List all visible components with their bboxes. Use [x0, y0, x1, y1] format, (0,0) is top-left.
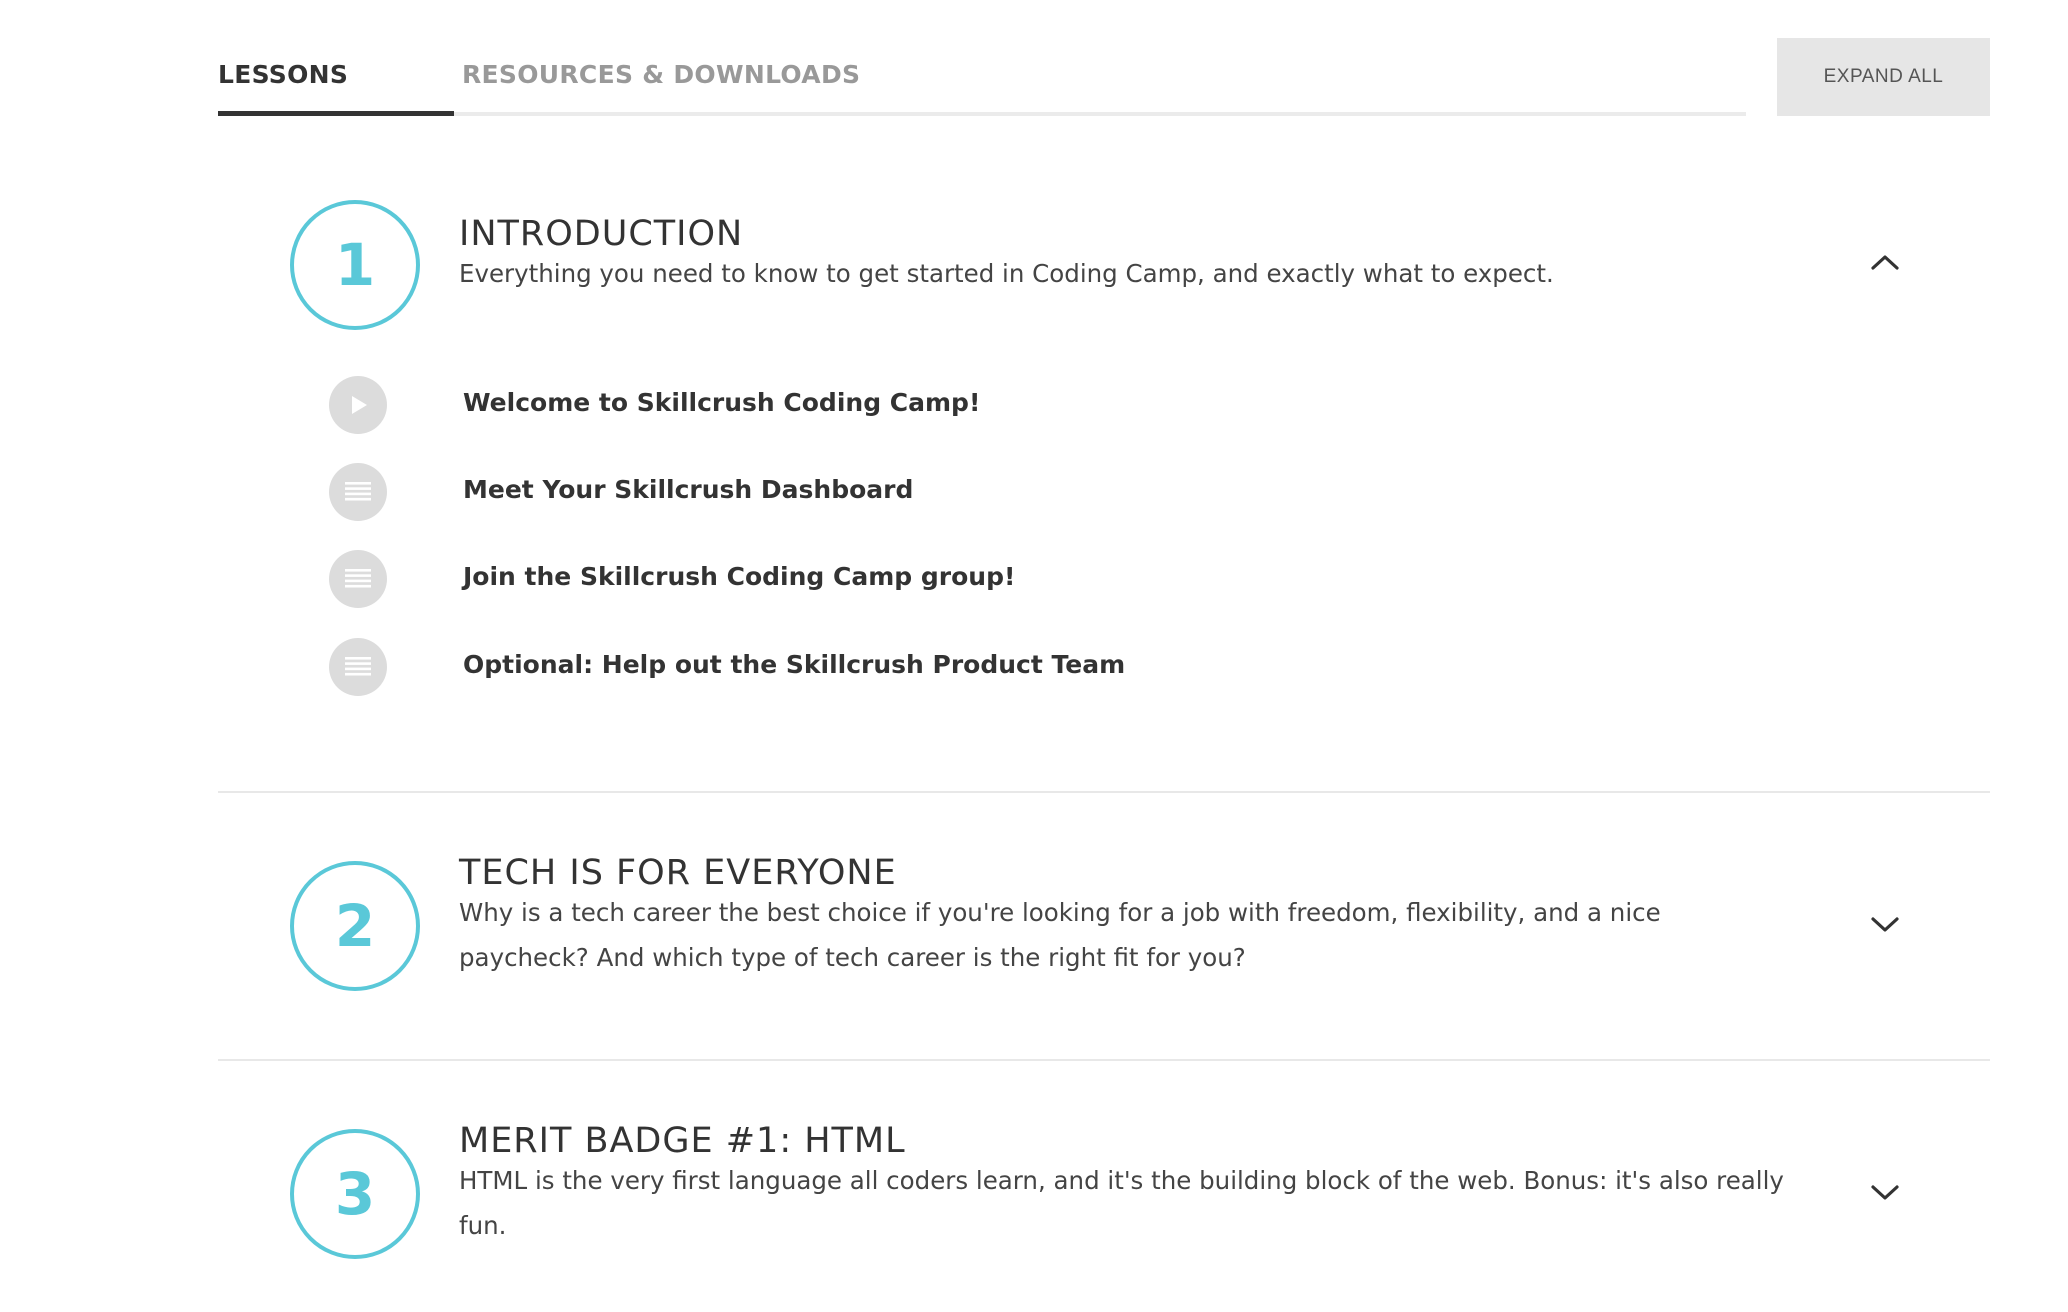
module-title[interactable]: INTRODUCTION [459, 214, 743, 254]
module-number-badge: 1 [290, 200, 420, 330]
lesson-title: Join the Skillcrush Coding Camp group! [463, 562, 1016, 591]
active-tab-indicator [218, 111, 454, 116]
chevron-down-icon[interactable] [1865, 1173, 1905, 1213]
text-lines-icon [329, 638, 387, 696]
lesson-item[interactable]: Join the Skillcrush Coding Camp group! [329, 550, 1629, 608]
lesson-item[interactable]: Welcome to Skillcrush Coding Camp! [329, 376, 1629, 434]
tab-lessons[interactable]: LESSONS [218, 60, 348, 89]
module-title[interactable]: MERIT BADGE #1: HTML [459, 1121, 906, 1161]
tab-resources-downloads[interactable]: RESOURCES & DOWNLOADS [462, 60, 860, 89]
lesson-title: Meet Your Skillcrush Dashboard [463, 475, 914, 504]
chevron-down-icon[interactable] [1865, 905, 1905, 945]
course-tabs: LESSONS RESOURCES & DOWNLOADS [218, 38, 1746, 116]
module-merit-badge-html: 3 MERIT BADGE #1: HTML HTML is the very … [218, 1061, 1990, 1312]
lesson-title: Optional: Help out the Skillcrush Produc… [463, 650, 1126, 679]
text-lines-icon [329, 550, 387, 608]
module-introduction: 1 INTRODUCTION Everything you need to kn… [218, 150, 1990, 710]
chevron-up-icon[interactable] [1865, 242, 1905, 282]
module-tech-is-for-everyone: 2 TECH IS FOR EVERYONE Why is a tech car… [218, 793, 1990, 1057]
play-icon [329, 376, 387, 434]
text-lines-icon [329, 463, 387, 521]
lesson-item[interactable]: Optional: Help out the Skillcrush Produc… [329, 638, 1629, 696]
module-number-badge: 2 [290, 861, 420, 991]
module-description: Everything you need to know to get start… [459, 259, 1554, 288]
module-title[interactable]: TECH IS FOR EVERYONE [459, 853, 897, 893]
lesson-title: Welcome to Skillcrush Coding Camp! [463, 388, 981, 417]
expand-all-button[interactable]: EXPAND ALL [1777, 38, 1990, 116]
module-description: HTML is the very first language all code… [459, 1166, 1784, 1240]
module-description: Why is a tech career the best choice if … [459, 898, 1661, 972]
lesson-item[interactable]: Meet Your Skillcrush Dashboard [329, 463, 1629, 521]
module-number-badge: 3 [290, 1129, 420, 1259]
